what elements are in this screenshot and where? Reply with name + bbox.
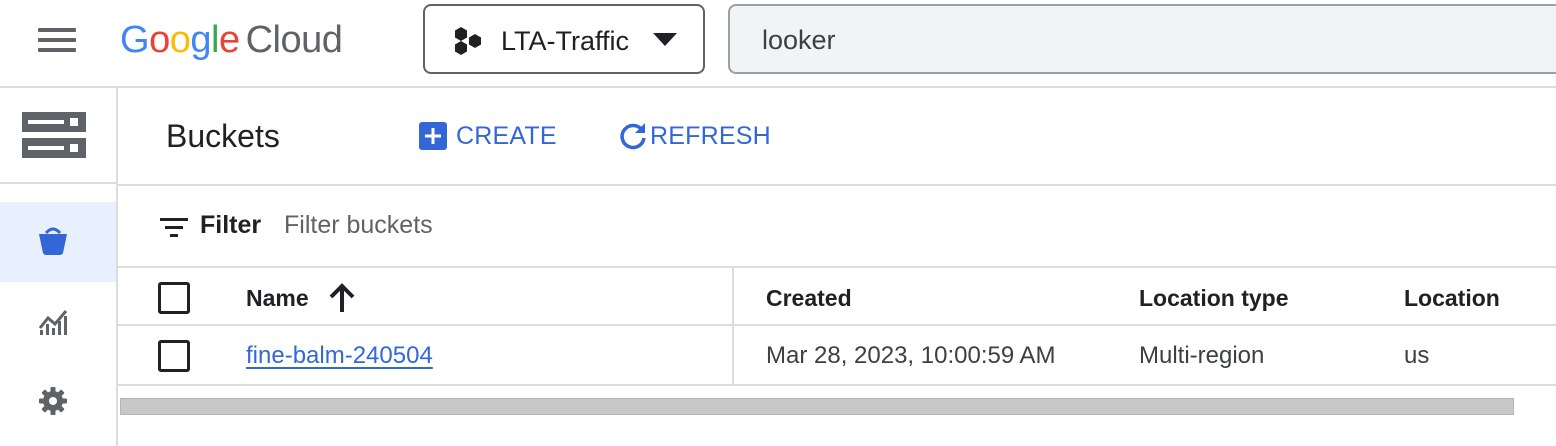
project-name: LTA-Traffic <box>501 26 630 56</box>
rail-header <box>0 88 116 184</box>
filter-bar: Filter <box>118 186 1556 268</box>
page-title: Buckets <box>166 118 280 154</box>
refresh-label: REFRESH <box>650 121 771 150</box>
menu-line <box>38 28 76 32</box>
logo-letter: g <box>190 19 211 61</box>
logo-letter: o <box>149 19 170 61</box>
refresh-button[interactable]: REFRESH <box>618 118 771 154</box>
chart-icon <box>38 310 68 335</box>
filter-input[interactable] <box>284 208 884 242</box>
column-header-location-type[interactable]: Location type <box>1139 284 1289 312</box>
column-header-name[interactable]: Name <box>246 284 309 312</box>
gear-icon <box>39 387 67 415</box>
column-resize-divider[interactable] <box>732 268 734 386</box>
logo-letter: e <box>218 19 240 61</box>
dropdown-caret-icon <box>653 33 677 46</box>
cell-location-type: Multi-region <box>1139 342 1265 369</box>
arrow-up-icon[interactable] <box>328 282 356 312</box>
rail-item-settings[interactable] <box>0 362 116 442</box>
filter-icon <box>160 218 188 237</box>
top-bar: Google Cloud LTA-Traffic <box>0 0 1556 88</box>
storage-server-icon[interactable] <box>22 112 86 160</box>
cell-created: Mar 28, 2023, 10:00:59 AM <box>766 342 1056 369</box>
create-label: CREATE <box>456 121 557 150</box>
column-header-location[interactable]: Location <box>1404 284 1500 312</box>
rail-item-monitoring[interactable] <box>0 282 116 362</box>
rail-item-buckets[interactable] <box>0 202 116 282</box>
table-header-row: Name Created Location type Location <box>118 268 1556 326</box>
refresh-icon <box>620 123 646 150</box>
add-box-icon <box>419 122 447 150</box>
row-checkbox[interactable] <box>158 340 190 372</box>
project-hex-icon <box>455 27 481 55</box>
cell-location: us <box>1404 342 1430 369</box>
bucket-icon <box>39 227 67 255</box>
table-row: fine-balm-240504 Mar 28, 2023, 10:00:59 … <box>118 326 1556 386</box>
search-bar[interactable] <box>728 4 1556 74</box>
logo-letter: G <box>120 19 150 61</box>
horizontal-scrollbar[interactable] <box>120 398 1514 415</box>
search-input[interactable] <box>762 22 1462 58</box>
logo-letter: l <box>210 19 219 61</box>
select-all-checkbox[interactable] <box>158 282 190 314</box>
create-button[interactable]: CREATE <box>418 118 557 154</box>
filter-label: Filter <box>200 211 262 239</box>
main-content: Buckets CREATE REFRESH Filter Filter buc… <box>118 88 1556 446</box>
logo-letter: o <box>169 19 191 61</box>
google-cloud-logo[interactable]: Google Cloud <box>120 18 343 62</box>
project-picker[interactable]: LTA-Traffic <box>423 4 705 74</box>
column-header-created[interactable]: Created <box>766 284 852 312</box>
logo-cloud-word: Cloud <box>245 19 343 61</box>
page-header: Buckets CREATE REFRESH <box>118 88 1556 186</box>
menu-line <box>38 38 76 42</box>
menu-line <box>38 48 76 52</box>
menu-icon[interactable] <box>38 26 78 54</box>
bucket-name-link[interactable]: fine-balm-240504 <box>246 342 433 370</box>
product-rail <box>0 88 118 446</box>
